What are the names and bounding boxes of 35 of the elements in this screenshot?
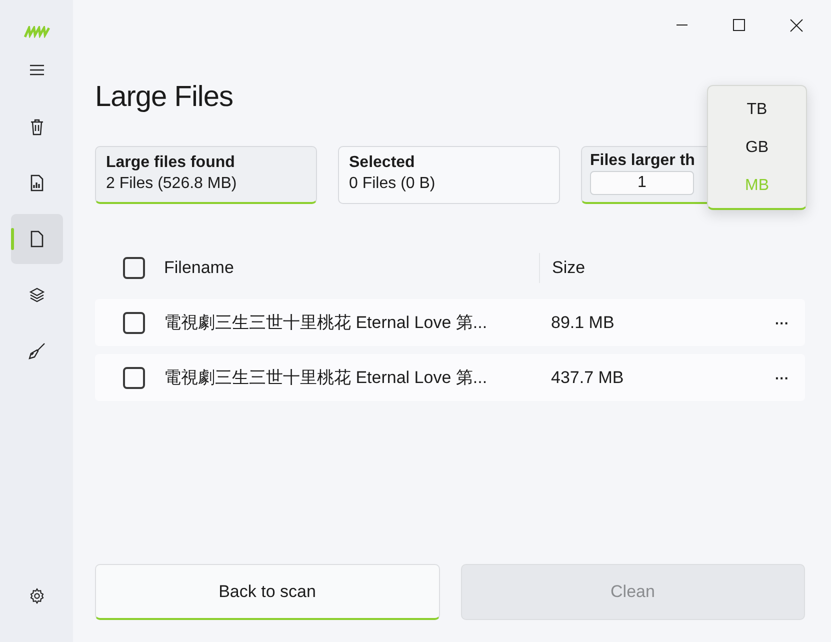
chart-file-icon bbox=[30, 174, 44, 192]
file-row[interactable]: 電視劇三生三世十里桃花 Eternal Love 第... 437.7 MB ··· bbox=[95, 354, 805, 401]
logo-icon bbox=[24, 26, 50, 38]
close-icon[interactable] bbox=[790, 19, 803, 32]
size-input[interactable]: 1 bbox=[590, 171, 694, 195]
back-button[interactable]: Back to scan bbox=[95, 564, 440, 620]
checkbox[interactable] bbox=[123, 312, 145, 334]
summary-card[interactable]: Selected 0 Files (0 B) bbox=[338, 146, 560, 204]
settings-icon[interactable] bbox=[28, 588, 44, 604]
card-label: Files larger th bbox=[590, 152, 696, 170]
maximize-icon[interactable] bbox=[733, 19, 745, 31]
size-cell-text: 437.7 MB bbox=[550, 368, 625, 388]
filename-cell-text: 電視劇三生三世十里桃花 Eternal Love 第... bbox=[164, 312, 488, 334]
unit-option[interactable]: TB bbox=[746, 99, 768, 121]
more-button[interactable]: ··· bbox=[775, 314, 789, 330]
card-value: 2 Files (526.8 MB) bbox=[106, 175, 238, 193]
broom-icon bbox=[28, 342, 46, 360]
size-cell-text: 89.1 MB bbox=[550, 312, 616, 332]
trash-icon bbox=[28, 118, 44, 136]
layers-icon bbox=[28, 287, 44, 303]
more-button[interactable]: ··· bbox=[775, 370, 789, 386]
card-label: Selected bbox=[349, 154, 416, 172]
checkbox[interactable] bbox=[123, 366, 145, 388]
card-value: 0 Files (0 B) bbox=[349, 175, 436, 193]
checkbox[interactable] bbox=[123, 256, 145, 278]
file-row[interactable]: 電視劇三生三世十里桃花 Eternal Love 第... 89.1 MB ··· bbox=[95, 299, 805, 346]
menu-icon[interactable] bbox=[28, 64, 44, 76]
column-header[interactable]: Size bbox=[539, 252, 752, 282]
unit-option[interactable]: GB bbox=[745, 137, 769, 159]
summary-card[interactable]: Large files found 2 Files (526.8 MB) bbox=[95, 146, 317, 204]
page-title: Large Files bbox=[95, 81, 233, 114]
filename-cell-text: 電視劇三生三世十里桃花 Eternal Love 第... bbox=[164, 367, 488, 389]
column-header[interactable]: Filename bbox=[164, 258, 539, 278]
card-label: Large files found bbox=[106, 154, 236, 172]
file-icon bbox=[30, 230, 44, 248]
